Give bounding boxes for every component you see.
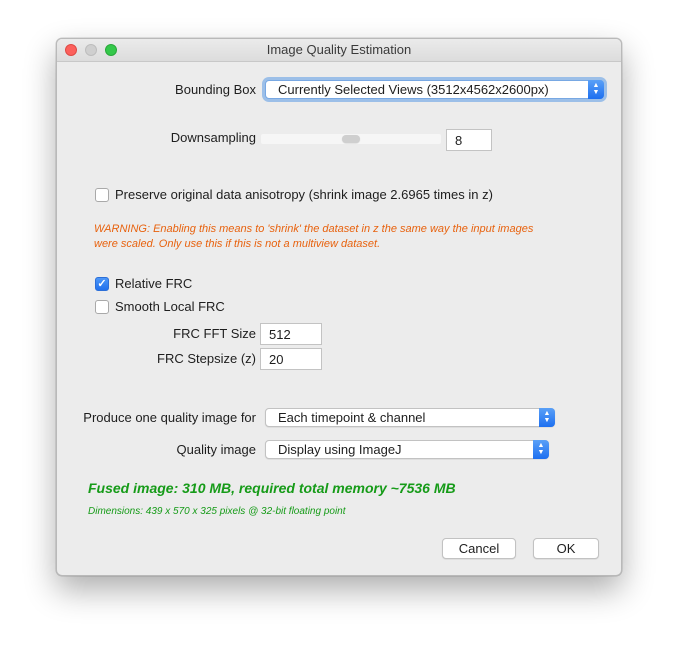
anisotropy-warning: WARNING: Enabling this means to 'shrink'…	[94, 223, 534, 250]
relative-frc-checkbox[interactable]: ✓	[95, 277, 109, 291]
quality-image-value: Display using ImageJ	[278, 442, 402, 457]
frc-fft-size-field[interactable]: 512	[260, 323, 322, 345]
checkmark-icon: ✓	[97, 278, 107, 290]
dialog-window: Image Quality Estimation Bounding Box Cu…	[56, 38, 622, 576]
slider-knob[interactable]	[342, 135, 360, 143]
downsampling-field[interactable]: 8	[446, 129, 492, 151]
title-bar[interactable]: Image Quality Estimation	[57, 39, 621, 62]
window-title: Image Quality Estimation	[266, 42, 412, 57]
dimensions-info: Dimensions: 439 x 570 x 325 pixels @ 32-…	[88, 506, 346, 517]
bounding-box-select[interactable]: Currently Selected Views (3512x4562x2600…	[265, 80, 604, 99]
select-arrows-icon: ▲ ▼	[539, 408, 555, 427]
smooth-local-frc-label: Smooth Local FRC	[115, 299, 225, 314]
relative-frc-label: Relative FRC	[115, 276, 193, 291]
frc-stepsize-label: FRC Stepsize (z)	[157, 351, 256, 366]
frc-fft-size-label: FRC FFT Size	[173, 326, 256, 341]
select-arrows-icon: ▲ ▼	[588, 80, 604, 99]
quality-image-label: Quality image	[176, 442, 256, 457]
produce-label: Produce one quality image for	[83, 410, 256, 425]
produce-select[interactable]: Each timepoint & channel ▲ ▼	[265, 408, 555, 427]
anisotropy-label: Preserve original data anisotropy (shrin…	[115, 187, 493, 202]
frc-stepsize-field[interactable]: 20	[260, 348, 322, 370]
downsampling-label: Downsampling	[170, 130, 256, 145]
bounding-box-value: Currently Selected Views (3512x4562x2600…	[278, 82, 549, 97]
select-arrows-icon: ▲ ▼	[533, 440, 549, 459]
produce-value: Each timepoint & channel	[278, 410, 426, 425]
ok-button[interactable]: OK	[533, 538, 599, 559]
smooth-local-frc-checkbox[interactable]	[95, 300, 109, 314]
cancel-button[interactable]: Cancel	[442, 538, 516, 559]
quality-image-select[interactable]: Display using ImageJ ▲ ▼	[265, 440, 549, 459]
memory-summary: Fused image: 310 MB, required total memo…	[88, 480, 456, 496]
bounding-box-label: Bounding Box	[175, 82, 256, 97]
anisotropy-checkbox[interactable]	[95, 188, 109, 202]
downsampling-slider[interactable]	[261, 134, 441, 144]
